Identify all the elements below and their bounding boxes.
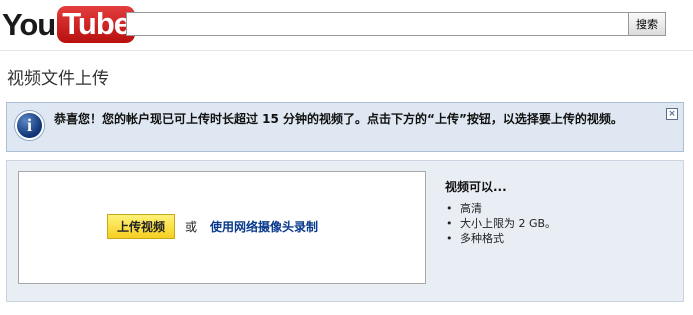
bullet-icon: • — [446, 202, 453, 215]
youtube-logo[interactable]: You Tube — [2, 3, 135, 45]
page-title: 视频文件上传 — [7, 69, 109, 89]
feature-item-label: 大小上限为 2 GB。 — [460, 217, 557, 230]
feature-item-label: 高清 — [460, 202, 482, 215]
header-divider — [0, 50, 693, 51]
feature-item: • 高清 — [445, 201, 556, 216]
record-webcam-link[interactable]: 使用网络摄像头录制 — [210, 218, 318, 235]
info-icon: i — [15, 111, 44, 140]
logo-tube-text: Tube — [57, 5, 135, 43]
info-alert: i 恭喜您！您的帐户现已可上传时长超过 15 分钟的视频了。点击下方的“上传”按… — [6, 102, 684, 152]
upload-panel: 上传视频 或 使用网络摄像头录制 视频可以... • 高清 • 大小上限为 2 … — [6, 160, 684, 302]
or-label: 或 — [185, 220, 198, 234]
close-icon[interactable]: × — [666, 108, 678, 120]
feature-item: • 大小上限为 2 GB。 — [445, 216, 556, 231]
feature-item: • 多种格式 — [445, 231, 556, 246]
upload-box: 上传视频 或 使用网络摄像头录制 — [18, 171, 426, 284]
upload-video-button[interactable]: 上传视频 — [107, 214, 175, 239]
features-list: 视频可以... • 高清 • 大小上限为 2 GB。 • 多种格式 — [445, 178, 556, 246]
search-input[interactable] — [126, 12, 629, 36]
search-button[interactable]: 搜索 — [628, 12, 666, 36]
bullet-icon: • — [446, 217, 453, 230]
feature-item-label: 多种格式 — [460, 232, 504, 245]
bullet-icon: • — [446, 232, 453, 245]
alert-message: 恭喜您！您的帐户现已可上传时长超过 15 分钟的视频了。点击下方的“上传”按钮，… — [54, 112, 623, 126]
features-title: 视频可以... — [445, 180, 507, 194]
upload-page: You Tube 搜索 视频文件上传 i 恭喜您！您的帐户现已可上传时长超过 1… — [0, 0, 693, 315]
logo-you-text: You — [2, 6, 56, 42]
